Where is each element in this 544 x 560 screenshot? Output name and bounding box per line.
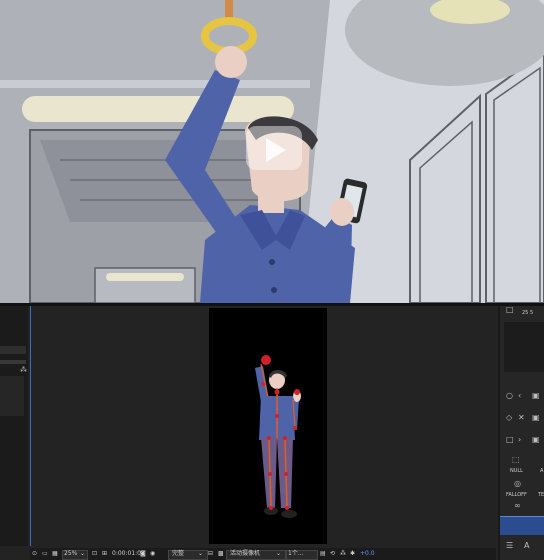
mask-icon[interactable]: ⊙ [32,549,37,559]
rigged-character [255,355,301,518]
display-icon[interactable]: ▭ [42,549,48,559]
roi-icon[interactable]: ⊟ [208,549,213,559]
views-value: 1个... [288,550,304,557]
effects-panel[interactable]: □ 25 5 ○ ‹ ▣ ◇ ✕ ▣ □ › ▣ ⬚ NULL A ◎ FALL… [498,306,544,560]
chevron-right-icon[interactable]: › [518,436,521,444]
reset-icon[interactable]: ⟲ [330,549,335,559]
exposure-icon[interactable]: ✱ [350,549,355,559]
chevron-down-icon-3[interactable]: ⌄ [276,549,281,559]
chevron-down-icon-2[interactable]: ⌄ [198,549,203,559]
composition-viewer[interactable] [30,306,497,546]
layout-icon[interactable]: ▤ [320,549,326,559]
snapshot-icon[interactable]: ◙ [140,549,146,559]
falloff-icon[interactable]: ◎ [514,480,521,488]
lock-icon-2[interactable]: ▣ [532,414,540,422]
chevron-left-icon[interactable]: ‹ [518,392,521,400]
null-label[interactable]: NULL [510,468,523,474]
falloff-label[interactable]: FALLOFF [506,492,527,498]
region-icon[interactable]: ⊞ [102,549,107,559]
exposure-value[interactable]: +0.0 [360,549,375,559]
null-object-icon[interactable]: ⬚ [512,456,520,464]
circle-icon[interactable]: ○ [506,392,513,400]
lock-icon-3[interactable]: ▣ [532,436,540,444]
frame-rate-label: 25 5 [522,310,534,316]
link-icon[interactable]: ∞ [514,502,521,510]
color-icon[interactable]: ◉ [150,549,155,559]
menu-icon[interactable]: ☰ [506,542,513,550]
te-label[interactable]: TE [538,492,544,498]
fit-icon[interactable]: ⊡ [92,549,97,559]
transparency-icon[interactable]: ▩ [218,549,224,559]
project-panel-divider [0,360,26,364]
chevron-down-icon[interactable]: ⌄ [80,549,85,559]
project-panel[interactable]: ⁂ [0,306,28,546]
zoom-value: 25% [64,550,78,557]
cross-icon[interactable]: ✕ [518,414,525,422]
resolution-value: 完整 [172,550,185,557]
effect-preview [504,322,544,372]
project-list[interactable] [0,376,24,416]
diamond-icon[interactable]: ◇ [506,414,512,422]
timeline-scroll[interactable] [500,516,544,535]
flowchart-icon[interactable]: ⁂ [340,549,346,559]
grid-icon[interactable]: ▦ [52,549,58,559]
scene-illustration [0,0,544,303]
editor-window: ⁂ □ 25 5 ○ ‹ ▣ ◇ ✕ ▣ □ › ▣ ⬚ NULL A ◎ FA… [0,306,544,560]
square-icon[interactable]: □ [506,436,514,444]
animation-scene [0,0,544,303]
nodes-icon[interactable]: ⁂ [20,366,27,374]
composition-canvas[interactable] [209,308,327,544]
viewer-status-bar: ⊙ ▭ ▦ 25% ⌄ ⊡ ⊞ 0:00:01:07 ◙ ◉ 完整 ⌄ ⊟ ▩ … [30,548,496,560]
panel-square-icon[interactable]: □ [506,306,514,314]
pen-tool-icon[interactable]: A [524,542,529,550]
project-panel-header [0,346,26,354]
camera-value: 活动摄像机 [230,550,261,557]
lock-icon[interactable]: ▣ [532,392,540,400]
a-label[interactable]: A [540,468,543,474]
